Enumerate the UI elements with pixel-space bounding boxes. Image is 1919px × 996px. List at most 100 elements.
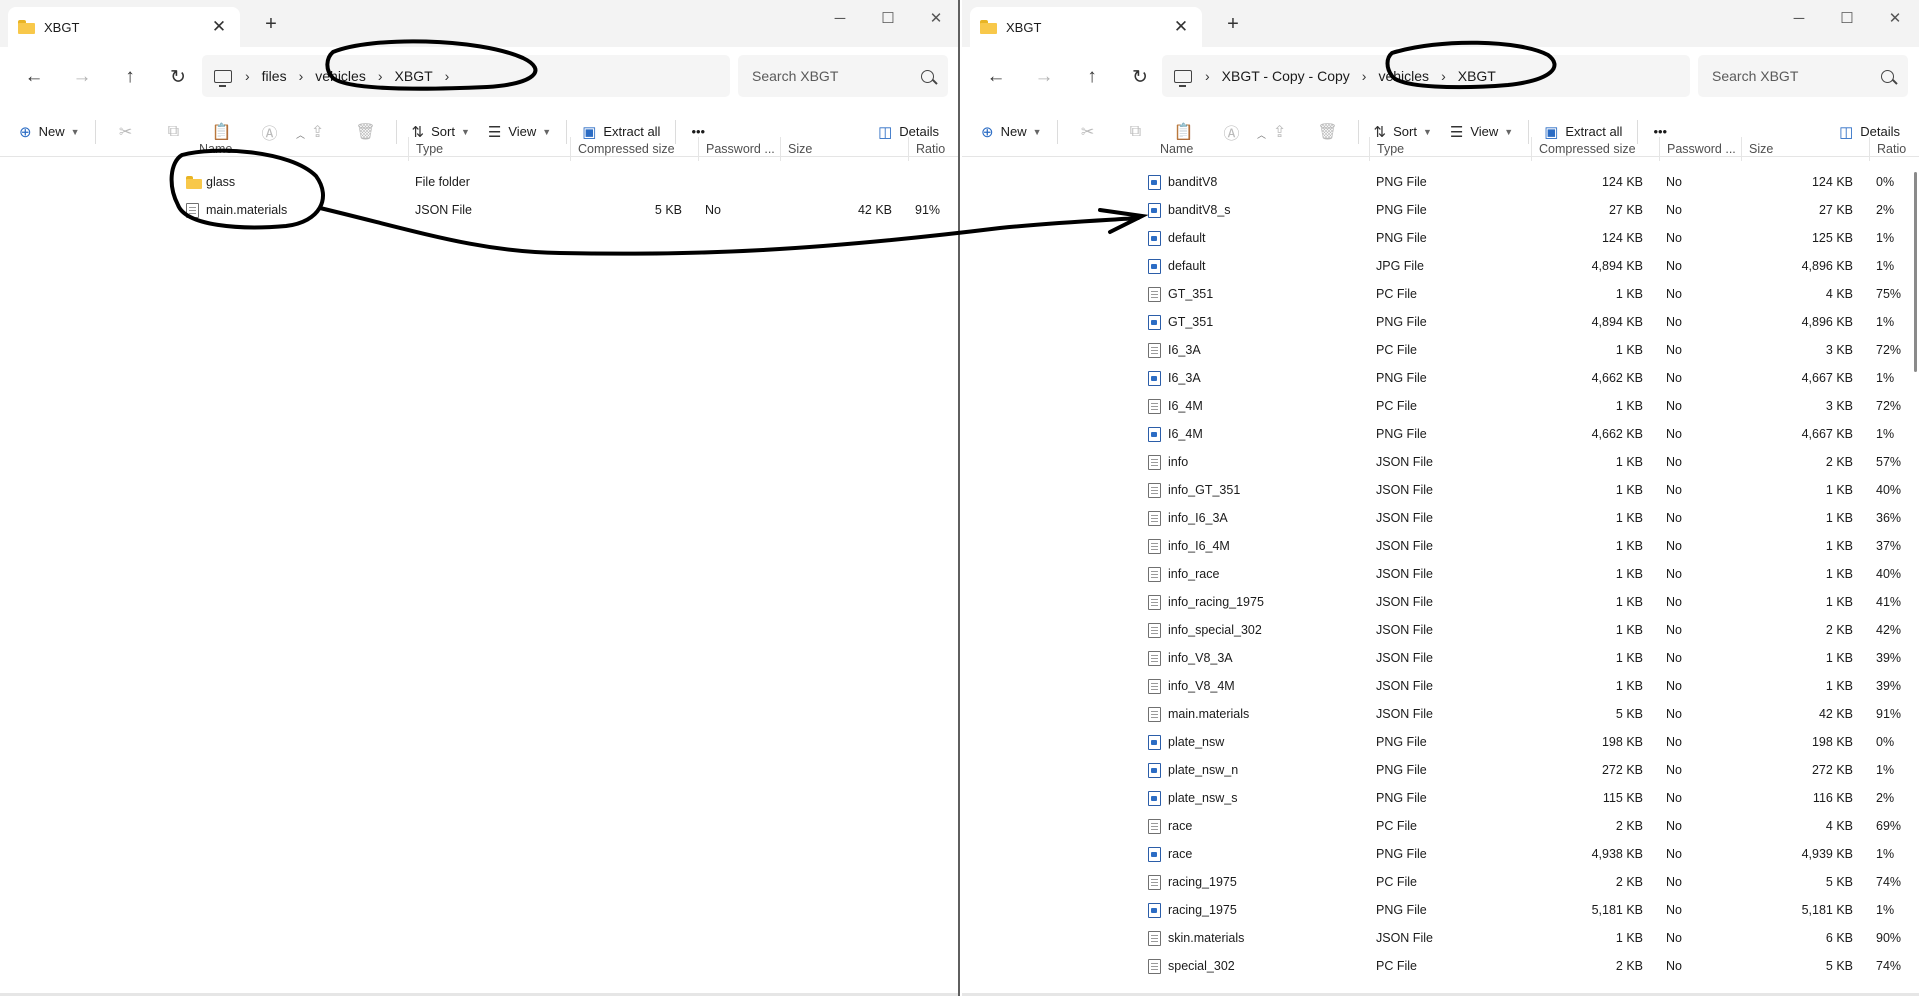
file-row[interactable]: info_V8_4M JSON File 1 KB No 1 KB 39%	[962, 672, 1919, 700]
file-row[interactable]: race PC File 2 KB No 4 KB 69%	[962, 812, 1919, 840]
file-row[interactable]: info_I6_4M JSON File 1 KB No 1 KB 37%	[962, 532, 1919, 560]
back-arrow-icon[interactable]: ←	[972, 57, 1020, 97]
minimize-icon[interactable]: ─	[1775, 4, 1823, 32]
maximize-icon[interactable]: ☐	[864, 4, 912, 32]
file-row[interactable]: I6_3A PC File 1 KB No 3 KB 72%	[962, 336, 1919, 364]
breadcrumb-xbgt[interactable]: XBGT	[1449, 68, 1505, 84]
tab-xbgt[interactable]: XBGT ✕	[970, 7, 1202, 47]
search-placeholder: Search XBGT	[1712, 68, 1799, 84]
column-password[interactable]: Password ...	[698, 137, 780, 161]
file-row[interactable]: info_special_302 JSON File 1 KB No 2 KB 42%	[962, 616, 1919, 644]
file-ratio: 1%	[1876, 315, 1895, 329]
file-ratio: 91%	[1876, 707, 1902, 721]
breadcrumb-xbgt-copy-copy[interactable]: XBGT - Copy - Copy	[1213, 68, 1359, 84]
address-bar[interactable]: › XBGT - Copy - Copy › vehicles › XBGT	[1162, 55, 1690, 97]
file-password: No	[705, 203, 721, 217]
search-input[interactable]: Search XBGT	[738, 55, 948, 97]
file-row[interactable]: banditV8 PNG File 124 KB No 124 KB 0%	[962, 168, 1919, 196]
file-ratio: 39%	[1876, 651, 1902, 665]
file-type: PNG File	[1376, 231, 1427, 245]
file-row[interactable]: plate_nsw_s PNG File 115 KB No 116 KB 2%	[962, 784, 1919, 812]
file-row[interactable]: plate_nsw PNG File 198 KB No 198 KB 0%	[962, 728, 1919, 756]
file-row[interactable]: info_race JSON File 1 KB No 1 KB 40%	[962, 560, 1919, 588]
file-ratio: 0%	[1876, 175, 1895, 189]
file-type: PC File	[1376, 819, 1417, 833]
file-row[interactable]: GT_351 PNG File 4,894 KB No 4,896 KB 1%	[962, 308, 1919, 336]
file-ratio: 39%	[1876, 679, 1902, 693]
file-size: 1 KB	[1825, 679, 1853, 693]
tab-xbgt[interactable]: XBGT ✕	[8, 7, 240, 47]
back-arrow-icon[interactable]: ←	[10, 57, 58, 97]
column-password[interactable]: Password ...	[1659, 137, 1741, 161]
image-file-icon	[1148, 371, 1161, 386]
column-type[interactable]: Type	[408, 137, 570, 161]
chevron-right-icon[interactable]: ›	[1202, 68, 1213, 84]
file-row[interactable]: I6_4M PNG File 4,662 KB No 4,667 KB 1%	[962, 420, 1919, 448]
file-password	[705, 168, 775, 196]
file-row[interactable]: special_302 PC File 2 KB No 5 KB 74%	[962, 952, 1919, 980]
column-name[interactable]: Name	[192, 137, 408, 161]
file-row[interactable]: info_I6_3A JSON File 1 KB No 1 KB 36%	[962, 504, 1919, 532]
file-row[interactable]: glass File folder	[0, 168, 958, 196]
close-window-icon[interactable]: ✕	[1871, 4, 1919, 32]
chevron-right-icon[interactable]: ›	[242, 68, 253, 84]
file-row[interactable]: main.materials JSON File 5 KB No 42 KB 91%	[0, 196, 958, 224]
up-arrow-icon[interactable]: ↑	[106, 57, 154, 97]
chevron-right-icon[interactable]: ›	[1438, 68, 1449, 84]
new-tab-icon[interactable]: +	[1220, 13, 1246, 36]
column-size[interactable]: Size	[1741, 137, 1869, 161]
search-input[interactable]: Search XBGT	[1698, 55, 1908, 97]
refresh-icon[interactable]: ↻	[1116, 57, 1164, 97]
file-row[interactable]: racing_1975 PC File 2 KB No 5 KB 74%	[962, 868, 1919, 896]
breadcrumb-xbgt[interactable]: XBGT	[386, 68, 442, 84]
address-bar[interactable]: › files › vehicles › XBGT ›	[202, 55, 730, 97]
breadcrumb-files[interactable]: files	[253, 68, 296, 84]
file-row[interactable]: I6_3A PNG File 4,662 KB No 4,667 KB 1%	[962, 364, 1919, 392]
file-row[interactable]: default JPG File 4,894 KB No 4,896 KB 1%	[962, 252, 1919, 280]
forward-arrow-icon[interactable]: →	[1020, 57, 1068, 97]
close-tab-icon[interactable]: ✕	[208, 17, 230, 37]
column-size[interactable]: Size	[780, 137, 908, 161]
column-compressed-size[interactable]: Compressed size	[1531, 137, 1659, 161]
file-icon	[1148, 819, 1161, 834]
file-row[interactable]: info_GT_351 JSON File 1 KB No 1 KB 40%	[962, 476, 1919, 504]
column-name[interactable]: Name	[1153, 137, 1369, 161]
file-name: GT_351	[1168, 315, 1214, 329]
vertical-scrollbar[interactable]	[1914, 172, 1917, 372]
file-row[interactable]: info_racing_1975 JSON File 1 KB No 1 KB 41%	[962, 588, 1919, 616]
forward-arrow-icon[interactable]: →	[58, 57, 106, 97]
column-ratio[interactable]: Ratio	[1869, 137, 1919, 161]
file-row[interactable]: skin.materials JSON File 1 KB No 6 KB 90%	[962, 924, 1919, 952]
file-row[interactable]: banditV8_s PNG File 27 KB No 27 KB 2%	[962, 196, 1919, 224]
chevron-right-icon[interactable]: ›	[375, 68, 386, 84]
file-row[interactable]: info_V8_3A JSON File 1 KB No 1 KB 39%	[962, 644, 1919, 672]
refresh-icon[interactable]: ↻	[154, 57, 202, 97]
up-arrow-icon[interactable]: ↑	[1068, 57, 1116, 97]
close-tab-icon[interactable]: ✕	[1170, 17, 1192, 37]
file-row[interactable]: info JSON File 1 KB No 2 KB 57%	[962, 448, 1919, 476]
file-row[interactable]: I6_4M PC File 1 KB No 3 KB 72%	[962, 392, 1919, 420]
minimize-icon[interactable]: ─	[816, 4, 864, 32]
file-compressed-size: 1 KB	[1615, 343, 1643, 357]
file-row[interactable]: race PNG File 4,938 KB No 4,939 KB 1%	[962, 840, 1919, 868]
column-ratio[interactable]: Ratio	[908, 137, 958, 161]
breadcrumb-vehicles[interactable]: vehicles	[306, 68, 375, 84]
file-row[interactable]: default PNG File 124 KB No 125 KB 1%	[962, 224, 1919, 252]
maximize-icon[interactable]: ☐	[1823, 4, 1871, 32]
file-row[interactable]: main.materials JSON File 5 KB No 42 KB 91%	[962, 700, 1919, 728]
file-type: JSON File	[1376, 483, 1433, 497]
file-size: 3 KB	[1825, 399, 1853, 413]
file-row[interactable]: GT_351 PC File 1 KB No 4 KB 75%	[962, 280, 1919, 308]
close-window-icon[interactable]: ✕	[912, 4, 958, 32]
new-tab-icon[interactable]: +	[258, 13, 284, 36]
file-size: 1 KB	[1825, 651, 1853, 665]
chevron-right-icon[interactable]: ›	[1359, 68, 1370, 84]
column-type[interactable]: Type	[1369, 137, 1531, 161]
file-compressed-size: 1 KB	[1615, 679, 1643, 693]
file-row[interactable]: plate_nsw_n PNG File 272 KB No 272 KB 1%	[962, 756, 1919, 784]
chevron-right-icon[interactable]: ›	[296, 68, 307, 84]
breadcrumb-vehicles[interactable]: vehicles	[1369, 68, 1438, 84]
column-compressed-size[interactable]: Compressed size	[570, 137, 698, 161]
file-row[interactable]: racing_1975 PNG File 5,181 KB No 5,181 KB 1%	[962, 896, 1919, 924]
chevron-right-icon[interactable]: ›	[442, 68, 453, 84]
